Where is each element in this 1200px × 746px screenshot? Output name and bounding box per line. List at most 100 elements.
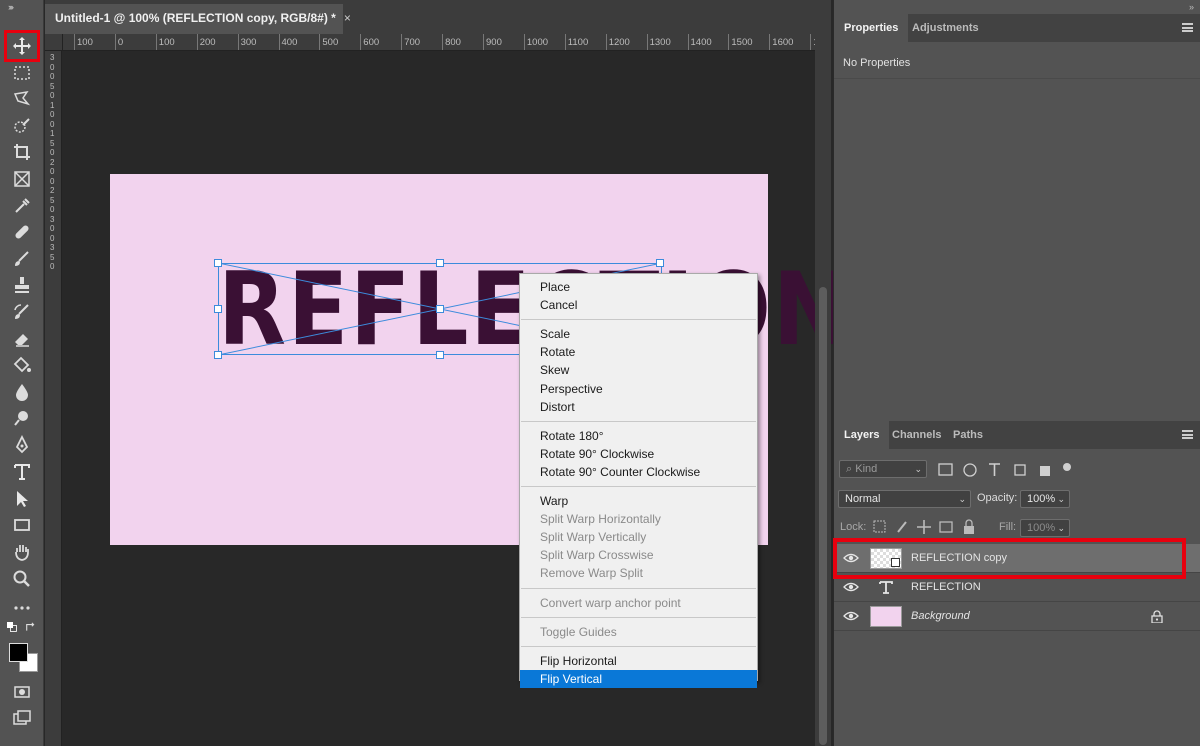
transform-handle-top-right[interactable] (656, 259, 664, 267)
eraser-tool-icon[interactable] (8, 327, 36, 351)
properties-empty-message: No Properties (843, 57, 911, 69)
menu-item-remove-warp-split[interactable]: Remove Warp Split (520, 564, 757, 582)
menu-item-split-warp-vertically[interactable]: Split Warp Vertically (520, 528, 757, 546)
tab-paths[interactable]: Paths (943, 421, 993, 449)
menu-item-rotate-180[interactable]: Rotate 180° (520, 427, 757, 445)
transform-handle-middle-left[interactable] (214, 305, 222, 313)
type-tool-icon[interactable] (8, 460, 36, 484)
layer-row-background[interactable]: Background (834, 602, 1200, 631)
ruler-tick-label: 0 (50, 148, 55, 157)
rectangle-tool-icon[interactable] (8, 513, 36, 537)
more-tools-icon[interactable] (8, 594, 36, 618)
menu-item-place[interactable]: Place (520, 278, 757, 296)
lock-pixels-icon (897, 521, 907, 533)
menu-item-toggle-guides[interactable]: Toggle Guides (520, 623, 757, 641)
ruler-tick-label: 5 (50, 138, 55, 148)
path-selection-tool-icon[interactable] (8, 487, 36, 511)
vertical-ruler[interactable]: 30050100150200250300350 (45, 51, 62, 746)
ruler-origin[interactable] (45, 34, 63, 51)
right-panel-dock: » Properties Adjustments No Properties L… (833, 0, 1200, 746)
close-tab-icon[interactable]: × (344, 11, 351, 25)
transform-handle-top-left[interactable] (214, 259, 222, 267)
menu-separator (521, 616, 756, 618)
ruler-tick-label: 1500 (728, 34, 753, 50)
menu-item-split-warp-crosswise[interactable]: Split Warp Crosswise (520, 546, 757, 564)
blend-mode-dropdown[interactable]: Normal ⌄ (838, 490, 971, 508)
properties-panel-menu-icon[interactable] (1182, 23, 1193, 32)
lock-all-icon (964, 526, 974, 534)
opacity-input[interactable]: 100% ⌄ (1020, 490, 1070, 508)
brush-tool-icon[interactable] (8, 247, 36, 271)
horizontal-ruler[interactable]: 100 0 100 200 300 400 500 600 700 800 900 1000 1100 1… (63, 34, 815, 51)
quick-selection-tool-icon[interactable] (8, 114, 36, 138)
swap-colors-icon[interactable] (24, 621, 38, 635)
crop-tool-icon[interactable] (8, 140, 36, 164)
tab-channels[interactable]: Channels (882, 421, 952, 449)
layer-name[interactable]: REFLECTION (911, 581, 981, 593)
ruler-tick-label: 0 (50, 233, 55, 243)
transform-handle-bottom-center[interactable] (436, 351, 444, 359)
tab-adjustments[interactable]: Adjustments (902, 14, 989, 42)
menu-item-rotate[interactable]: Rotate (520, 343, 757, 361)
menu-item-scale[interactable]: Scale (520, 325, 757, 343)
canvas-vertical-scrollbar[interactable] (815, 34, 831, 746)
transform-handle-center[interactable] (436, 305, 444, 313)
layer-name[interactable]: Background (911, 610, 970, 622)
filter-adjustment-icon (963, 463, 977, 477)
ruler-tick-label: 1600 (769, 34, 794, 50)
hand-tool-icon[interactable] (8, 540, 36, 564)
transform-handle-bottom-left[interactable] (214, 351, 222, 359)
chevron-down-icon[interactable]: ⌄ (1057, 491, 1065, 507)
scrollbar-thumb[interactable] (819, 287, 827, 745)
menu-item-cancel[interactable]: Cancel (520, 296, 757, 314)
menu-item-perspective[interactable]: Perspective (520, 380, 757, 398)
layers-empty-area (834, 631, 1200, 746)
pen-tool-icon[interactable] (8, 433, 36, 457)
filter-toggle-icon (1063, 463, 1071, 471)
eye-visibility-icon[interactable] (843, 581, 859, 593)
blur-tool-icon[interactable] (8, 380, 36, 404)
layer-filter-kind-dropdown[interactable]: ⌕ Kind ⌄ (839, 460, 927, 478)
zoom-tool-icon[interactable] (8, 567, 36, 591)
history-brush-tool-icon[interactable] (8, 300, 36, 324)
screen-mode-icon[interactable] (8, 706, 36, 730)
menu-item-convert-warp-anchor-point[interactable]: Convert warp anchor point (520, 594, 757, 612)
tab-properties[interactable]: Properties (834, 14, 909, 42)
menu-item-skew[interactable]: Skew (520, 361, 757, 379)
ruler-tick-label: 5 (50, 81, 55, 91)
menu-item-rotate-90-clockwise[interactable]: Rotate 90° Clockwise (520, 445, 757, 463)
dodge-tool-icon[interactable] (8, 406, 36, 430)
fill-input[interactable]: 100% ⌄ (1020, 519, 1070, 537)
paint-bucket-tool-icon[interactable] (8, 353, 36, 377)
menu-item-distort[interactable]: Distort (520, 398, 757, 416)
quick-mask-icon[interactable] (8, 680, 36, 704)
menu-item-split-warp-horizontally[interactable]: Split Warp Horizontally (520, 510, 757, 528)
eyedropper-tool-icon[interactable] (8, 194, 36, 218)
clone-stamp-tool-icon[interactable] (8, 273, 36, 297)
lasso-tool-icon[interactable] (8, 87, 36, 111)
document-title: Untitled-1 @ 100% (REFLECTION copy, RGB/… (55, 11, 336, 25)
menu-item-flip-horizontal[interactable]: Flip Horizontal (520, 652, 757, 670)
marquee-tool-icon[interactable] (8, 61, 36, 85)
layers-panel-menu-icon[interactable] (1182, 430, 1193, 439)
collapse-panels-icon[interactable]: » (1189, 2, 1194, 12)
search-icon: ⌕ (846, 463, 853, 475)
ruler-tick-label: 200 (196, 34, 216, 50)
filter-pixel-icon (938, 463, 953, 476)
menu-item-flip-vertical[interactable]: Flip Vertical (520, 669, 757, 688)
move-tool-icon[interactable] (4, 30, 40, 62)
eye-visibility-icon[interactable] (843, 610, 859, 622)
healing-brush-tool-icon[interactable] (8, 220, 36, 244)
transform-handle-top-center[interactable] (436, 259, 444, 267)
foreground-color-swatch[interactable] (9, 643, 28, 662)
properties-content-area (834, 78, 1200, 420)
menu-item-warp[interactable]: Warp (520, 492, 757, 510)
document-tab[interactable]: Untitled-1 @ 100% (REFLECTION copy, RGB/… (45, 4, 351, 34)
frame-tool-icon[interactable] (8, 167, 36, 191)
default-colors-icon[interactable] (6, 621, 20, 635)
ruler-tick-label: 800 (442, 34, 461, 50)
menu-item-rotate-90-counter-clockwise[interactable]: Rotate 90° Counter Clockwise (520, 463, 757, 481)
chevron-down-icon[interactable]: ⌄ (1057, 520, 1065, 536)
lock-label: Lock: (840, 521, 867, 533)
layer-filter-icons (938, 463, 1071, 477)
